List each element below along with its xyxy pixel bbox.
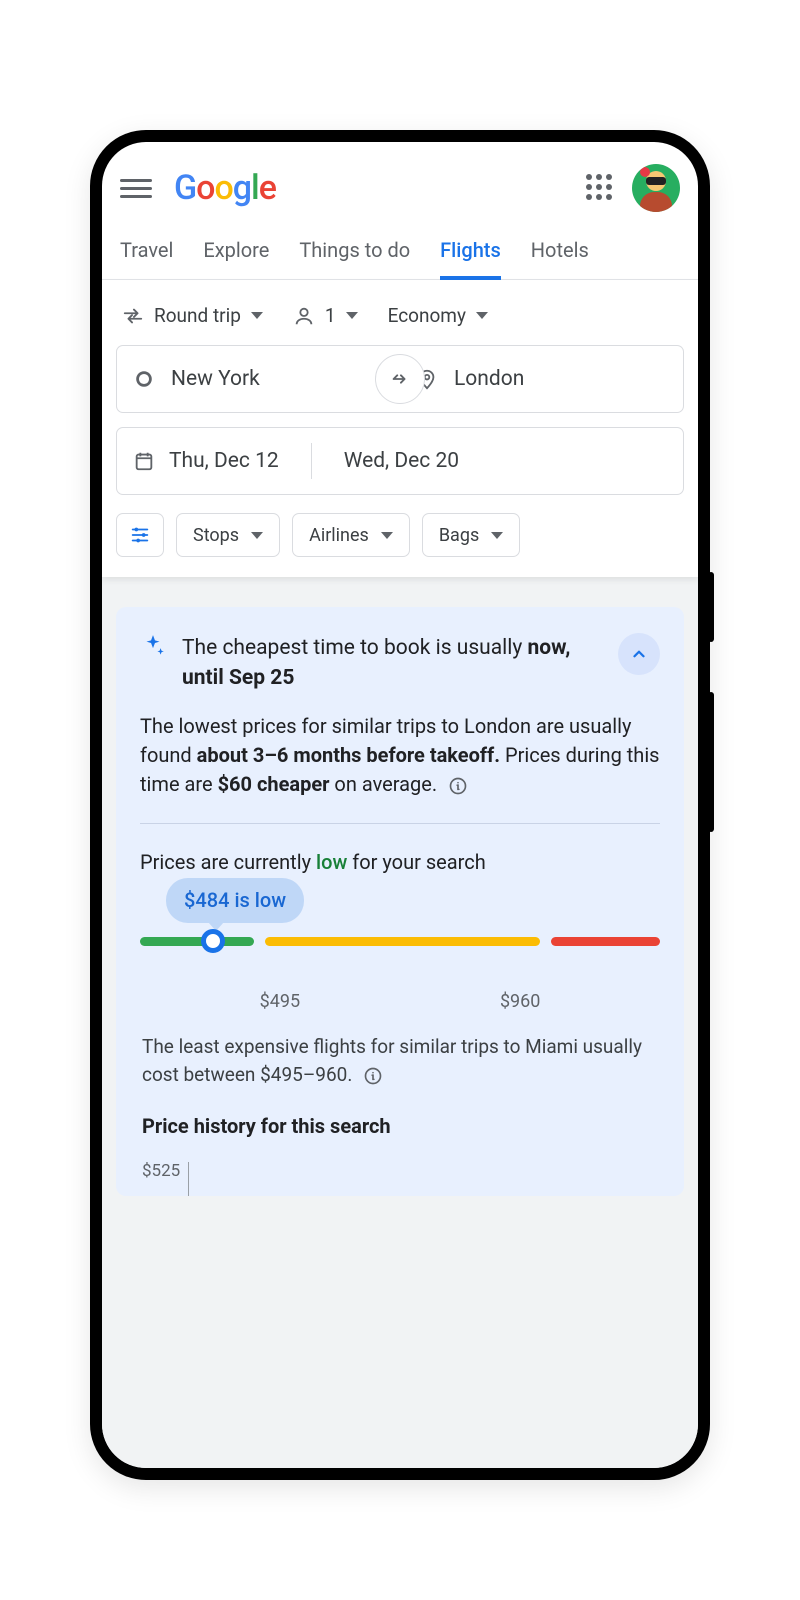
trip-type-label: Round trip xyxy=(154,304,241,327)
gauge-typical-segment xyxy=(265,937,541,946)
swap-locations-button[interactable] xyxy=(375,354,425,404)
results-area: The cheapest time to book is usually now… xyxy=(102,577,698,1468)
price-gauge: $484 is low xyxy=(140,927,660,957)
tab-hotels[interactable]: Hotels xyxy=(531,238,589,279)
calendar-icon xyxy=(133,450,155,472)
price-range-note: The least expensive flights for similar … xyxy=(142,1033,658,1088)
filter-chips-row: Stops Airlines Bags xyxy=(116,513,684,557)
tab-travel[interactable]: Travel xyxy=(120,238,173,279)
phone-side-button xyxy=(708,572,714,642)
passengers-count: 1 xyxy=(325,304,336,327)
price-history-chart: $525 xyxy=(142,1159,658,1196)
return-date-label: Wed, Dec 20 xyxy=(344,449,459,473)
all-filters-button[interactable] xyxy=(116,513,164,557)
date-range-field[interactable]: Thu, Dec 12 Wed, Dec 20 xyxy=(116,427,684,495)
destination-field[interactable]: London xyxy=(400,345,684,413)
chip-label: Airlines xyxy=(309,525,369,546)
insight-body: The lowest prices for similar trips to L… xyxy=(140,712,660,799)
cabin-class-selector[interactable]: Economy xyxy=(388,304,488,327)
filter-chip-airlines[interactable]: Airlines xyxy=(292,513,410,557)
gauge-high-segment xyxy=(551,937,660,946)
person-icon xyxy=(293,305,315,327)
chevron-up-icon xyxy=(630,645,648,663)
nav-tabs: Travel Explore Things to do Flights Hote… xyxy=(102,220,698,280)
insight-title: The cheapest time to book is usually now… xyxy=(182,633,602,694)
history-y-tick: $525 xyxy=(142,1159,180,1184)
filter-chip-stops[interactable]: Stops xyxy=(176,513,280,557)
phone-frame: Google Travel Explore Things to do Fligh… xyxy=(90,130,710,1480)
gauge-tick-high: $960 xyxy=(500,989,540,1015)
gauge-indicator xyxy=(201,929,225,953)
divider xyxy=(140,823,660,824)
insight-title-text: The cheapest time to book is usually xyxy=(182,636,528,660)
gauge-low-segment xyxy=(140,937,254,946)
chip-label: Bags xyxy=(439,525,479,546)
date-divider xyxy=(311,443,312,479)
info-icon[interactable] xyxy=(448,776,468,796)
tab-explore[interactable]: Explore xyxy=(203,238,269,279)
location-row: New York London xyxy=(116,345,684,413)
phone-side-button xyxy=(708,692,714,832)
chevron-down-icon xyxy=(251,532,263,539)
trip-type-selector[interactable]: Round trip xyxy=(122,304,263,327)
apps-grid-icon[interactable] xyxy=(586,174,614,202)
gauge-ticks: $495 $960 xyxy=(140,989,660,1015)
price-history-title: Price history for this search xyxy=(142,1112,658,1141)
origin-label: New York xyxy=(171,367,260,391)
gauge-tick-low: $495 xyxy=(260,989,300,1015)
circle-icon xyxy=(133,368,155,390)
chevron-down-icon xyxy=(346,312,358,319)
flight-search-card: Round trip 1 Economy New York xyxy=(102,280,698,577)
chevron-down-icon xyxy=(381,532,393,539)
price-bubble: $484 is low xyxy=(166,878,304,923)
destination-label: London xyxy=(454,367,524,391)
google-logo[interactable]: Google xyxy=(174,168,276,208)
menu-icon[interactable] xyxy=(120,174,152,202)
price-status-word: low xyxy=(316,850,347,874)
chevron-down-icon xyxy=(491,532,503,539)
swap-horiz-icon xyxy=(122,305,144,327)
passengers-selector[interactable]: 1 xyxy=(293,304,358,327)
info-icon[interactable] xyxy=(363,1066,383,1086)
depart-date-label: Thu, Dec 12 xyxy=(169,449,279,473)
tab-things-to-do[interactable]: Things to do xyxy=(299,238,410,279)
trip-options-row: Round trip 1 Economy xyxy=(116,296,684,345)
sparkle-icon xyxy=(140,633,166,659)
chevron-down-icon xyxy=(251,312,263,319)
price-insight-card: The cheapest time to book is usually now… xyxy=(116,607,684,1196)
price-status-text: Prices are currently low for your search xyxy=(140,848,660,877)
app-header: Google xyxy=(102,142,698,220)
chip-label: Stops xyxy=(193,525,239,546)
chevron-down-icon xyxy=(476,312,488,319)
cabin-class-label: Economy xyxy=(388,304,466,327)
tab-flights[interactable]: Flights xyxy=(440,238,501,280)
origin-field[interactable]: New York xyxy=(116,345,400,413)
screen: Google Travel Explore Things to do Fligh… xyxy=(102,142,698,1468)
avatar[interactable] xyxy=(632,164,680,212)
filter-chip-bags[interactable]: Bags xyxy=(422,513,520,557)
swap-icon xyxy=(389,368,411,390)
history-axis-line xyxy=(188,1162,189,1196)
tune-icon xyxy=(129,524,151,546)
collapse-button[interactable] xyxy=(618,633,660,675)
